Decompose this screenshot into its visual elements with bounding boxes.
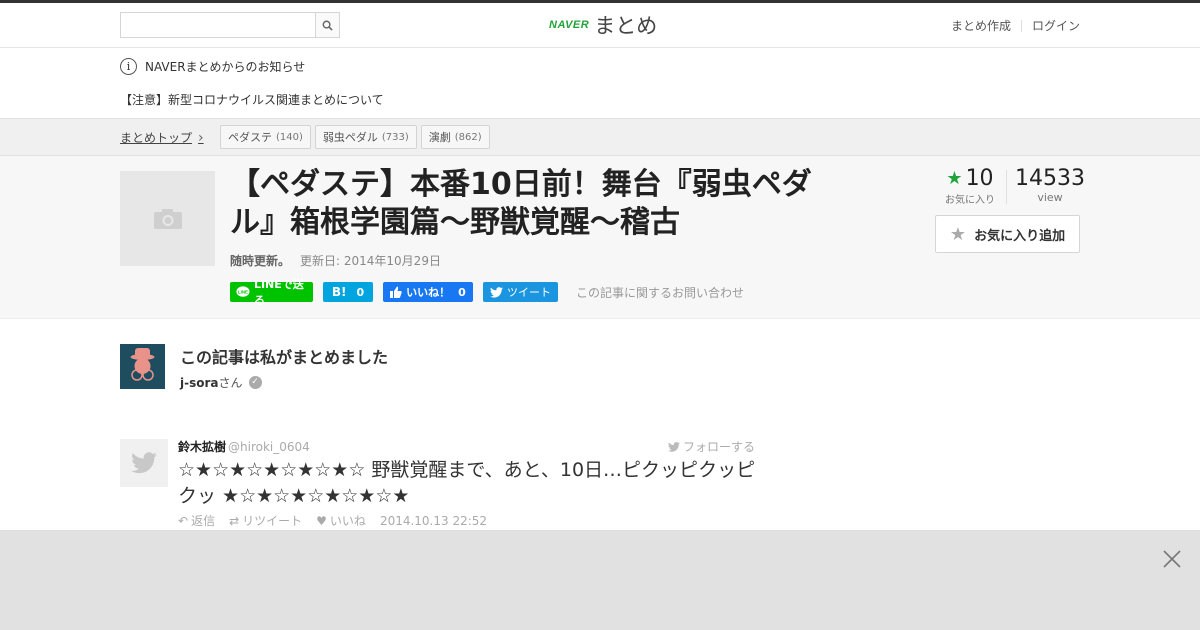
retweet-button[interactable]: ⇄ リツイート [229, 512, 302, 529]
tweet-actions: ↶ 返信 ⇄ リツイート ♥ いいね 2014.10.13 22:52 [178, 512, 487, 529]
divider [1020, 19, 1022, 32]
create-matome-link[interactable]: まとめ作成 [951, 17, 1011, 34]
follow-label: フォローする [682, 440, 755, 454]
favorite-count: ★ 10 お気に入り [940, 166, 1000, 206]
tag-engeki[interactable]: 演劇 (862) [420, 125, 490, 149]
share-bar: LINE LINEで送る B! 0 いいね！ 0 ツイート この記事に関するお問… [230, 278, 744, 307]
article-meta: 随時更新。 更新日: 2014年10月29日 [230, 252, 441, 269]
notice-heading: i NAVERまとめからのお知らせ [120, 58, 305, 75]
facebook-like-label: いいね！ [406, 286, 451, 299]
author-suffix: さん [218, 376, 243, 390]
tag-count: (733) [381, 131, 409, 143]
notice-link[interactable]: 【注意】新型コロナウイルス関連まとめについて [120, 91, 384, 108]
tweet-author[interactable]: 鈴木拡樹 @hiroki_0604 [178, 438, 310, 455]
view-count-label: view [1037, 191, 1063, 204]
login-link[interactable]: ログイン [1032, 17, 1080, 34]
article-thumbnail [120, 171, 215, 266]
notice-heading-text: NAVERまとめからのお知らせ [145, 60, 306, 74]
add-favorite-label: お気に入り追加 [974, 228, 1066, 244]
tag-label: 演劇 [428, 131, 451, 144]
avatar-illustration [120, 344, 165, 389]
tag-label: ペダステ [228, 131, 272, 144]
article-title: 【ペダステ】本番10日前！舞台『弱虫ペダル』箱根学園篇～野獣覚醒～稽古 [230, 167, 812, 240]
tag-count: (862) [454, 131, 482, 143]
heart-icon: ♥ [316, 513, 327, 528]
twitter-bird-icon [131, 452, 157, 474]
search-button[interactable] [315, 13, 339, 37]
retweet-label: リツイート [242, 514, 303, 528]
breadcrumb-top-label: まとめトップ [120, 131, 193, 145]
twitter-bird-icon [490, 286, 503, 298]
notice-area: i NAVERまとめからのお知らせ 【注意】新型コロナウイルス関連まとめについて [0, 48, 1200, 118]
info-icon: i [120, 58, 137, 75]
star-icon: ★ [946, 168, 963, 189]
chevron-right-icon: › [198, 129, 204, 146]
svg-text:LINE: LINE [238, 290, 248, 295]
tweet-avatar[interactable] [120, 439, 168, 487]
hatena-icon: B! [331, 285, 347, 299]
author-section: この記事は私がまとめました j-soraさん ✓ [120, 344, 820, 394]
search-input[interactable] [121, 13, 316, 37]
tweet-label: ツイート [507, 286, 551, 299]
hatena-count: 0 [356, 285, 365, 299]
search-box [120, 12, 340, 38]
tag-count: (140) [276, 131, 303, 143]
reply-label: 返信 [191, 514, 216, 528]
reply-button[interactable]: ↶ 返信 [178, 512, 215, 529]
naver-matome-logo[interactable]: NAVER まとめ [549, 10, 657, 40]
line-share-label: LINEで送る [253, 278, 304, 307]
breadcrumb-top-link[interactable]: まとめトップ › [120, 129, 204, 146]
article-header: 【ペダステ】本番10日前！舞台『弱虫ペダル』箱根学園篇～野獣覚醒～稽古 随時更新… [0, 156, 1200, 319]
author-name: j-soraさん ✓ [180, 374, 262, 391]
tag-yowamushi-pedal[interactable]: 弱虫ペダル (733) [314, 125, 417, 149]
tweet-button[interactable]: ツイート [483, 282, 558, 302]
favorite-count-label: お気に入り [945, 195, 995, 206]
facebook-like-count: 0 [458, 285, 466, 299]
tweet-author-handle: @hiroki_0604 [228, 440, 310, 454]
author-heading: この記事は私がまとめました [180, 348, 389, 367]
logo-matome: まとめ [594, 14, 658, 38]
author-avatar[interactable] [120, 344, 165, 389]
bottom-ad-overlay [0, 530, 1200, 630]
reply-icon: ↶ [178, 513, 189, 528]
favorite-count-value: 10 [965, 166, 994, 191]
follow-button[interactable]: フォローする [667, 438, 755, 455]
tag-label: 弱虫ペダル [322, 131, 378, 144]
line-icon: LINE [236, 286, 250, 297]
line-share-button[interactable]: LINE LINEで送る [230, 278, 313, 307]
star-icon: ★ [949, 223, 967, 245]
update-note: 随時更新。 [230, 254, 291, 268]
tag-list: ペダステ (140) 弱虫ペダル (733) 演劇 (862) [220, 125, 490, 149]
tweet-author-name: 鈴木拡樹 [178, 440, 227, 454]
logo-naver: NAVER [549, 19, 590, 31]
author-name-link[interactable]: j-sora [180, 376, 219, 390]
tag-pedasute[interactable]: ペダステ (140) [220, 125, 311, 149]
view-count: 14533 view [1015, 166, 1085, 204]
view-count-value: 14533 [1015, 166, 1085, 191]
facebook-like-button[interactable]: いいね！ 0 [383, 282, 473, 302]
thumbs-up-icon [390, 286, 402, 298]
contact-link[interactable]: この記事に関するお問い合わせ [576, 284, 744, 301]
like-button[interactable]: ♥ いいね [316, 512, 366, 529]
hatena-bookmark-button[interactable]: B! 0 [323, 282, 373, 302]
top-header: NAVER まとめ まとめ作成 ログイン [0, 0, 1200, 48]
tweet-timestamp[interactable]: 2014.10.13 22:52 [380, 514, 487, 528]
add-favorite-button[interactable]: ★ お気に入り追加 [935, 215, 1080, 253]
twitter-bird-icon [667, 441, 680, 452]
header-links: まとめ作成 ログイン [951, 17, 1080, 34]
tweet-text: ☆★☆★☆★☆★☆★☆ 野獣覚醒まで、あと、10日…ピクッピクッピクッ ★☆★☆… [178, 459, 756, 507]
close-icon[interactable] [1161, 548, 1183, 570]
like-label: いいね [329, 514, 366, 528]
search-icon [322, 20, 333, 31]
updated-date: 更新日: 2014年10月29日 [300, 254, 441, 268]
divider [1006, 170, 1007, 204]
camera-icon [153, 208, 182, 229]
embedded-tweet: 鈴木拡樹 @hiroki_0604 フォローする ☆★☆★☆★☆★☆★☆ 野獣覚醒… [120, 438, 760, 533]
retweet-icon: ⇄ [229, 513, 240, 528]
breadcrumb: まとめトップ › ペダステ (140) 弱虫ペダル (733) 演劇 (862) [0, 118, 1200, 156]
check-icon: ✓ [248, 376, 262, 389]
